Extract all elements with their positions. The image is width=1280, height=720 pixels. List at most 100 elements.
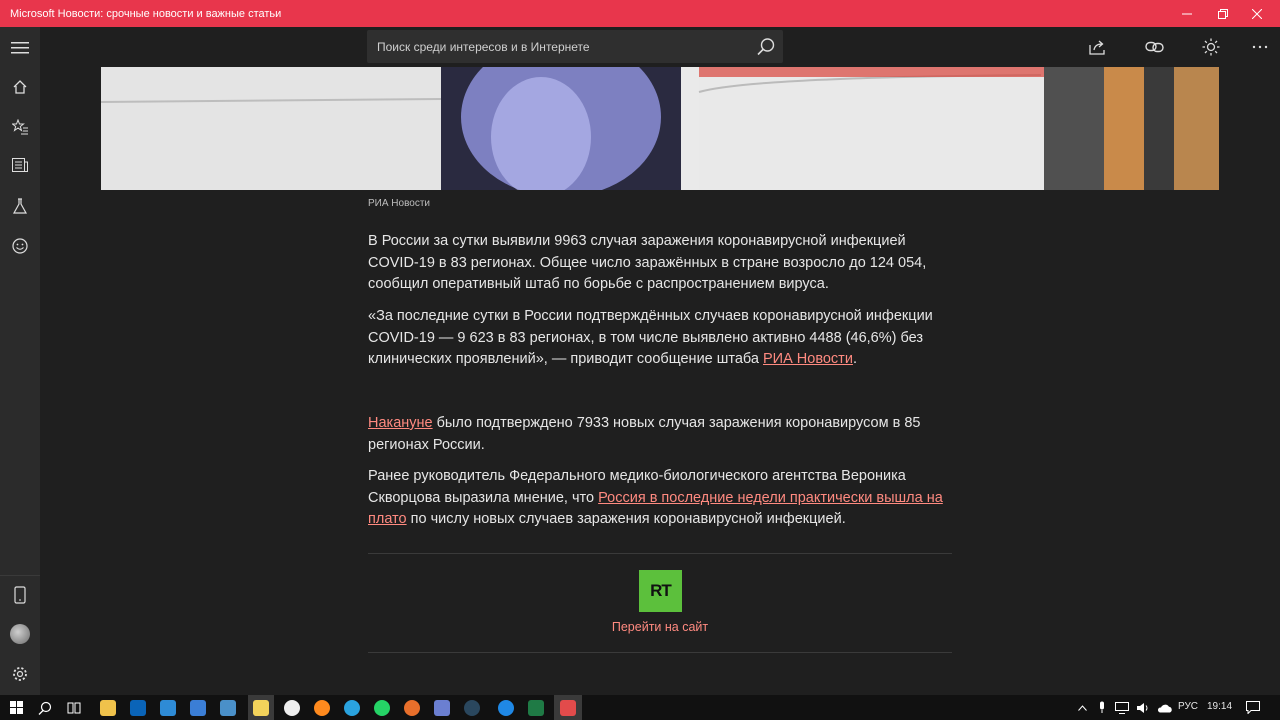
firefox-app[interactable] <box>310 695 334 720</box>
excel-app[interactable] <box>524 695 548 720</box>
chevron-up-icon <box>1077 704 1087 711</box>
app-icon <box>434 699 450 716</box>
article-hero-image <box>101 67 1219 190</box>
ria-link[interactable]: РИА Новости <box>763 351 853 367</box>
whatsapp-app[interactable] <box>370 695 394 720</box>
brightness-icon <box>1202 38 1220 56</box>
article-paragraph-4: Ранее руководитель Федерального медико-б… <box>368 466 952 531</box>
settings-icon <box>13 667 27 681</box>
theme-button[interactable] <box>1200 36 1222 58</box>
interests-icon <box>12 198 28 214</box>
language-indicator[interactable]: РУС <box>1178 701 1198 712</box>
more-icon <box>1252 45 1268 49</box>
left-rail <box>0 27 40 695</box>
search-icon <box>38 701 52 715</box>
tray-chevron[interactable] <box>1074 695 1090 720</box>
microphone-icon <box>1100 701 1104 713</box>
telegram-app[interactable] <box>340 695 364 720</box>
favorites-button[interactable] <box>0 109 40 145</box>
whatsapp-icon <box>374 699 390 716</box>
title-bar: Microsoft Новости: срочные новости и важ… <box>0 0 1280 27</box>
volume-icon <box>1137 702 1148 713</box>
notification-icon <box>1246 701 1260 714</box>
search-icon[interactable] <box>755 36 777 58</box>
excel-icon <box>528 699 544 716</box>
outlook-app[interactable] <box>126 695 150 720</box>
news-button[interactable] <box>0 147 40 183</box>
network-app[interactable] <box>216 695 240 720</box>
more-button[interactable] <box>1249 36 1271 58</box>
explorer-app[interactable] <box>96 695 120 720</box>
cloud-icon <box>1157 704 1172 712</box>
home-button[interactable] <box>0 69 40 105</box>
clock[interactable]: 19:14 <box>1207 701 1232 712</box>
settings-button[interactable] <box>0 656 40 692</box>
tray-onedrive[interactable] <box>1155 695 1175 720</box>
avatar[interactable] <box>0 616 40 652</box>
nakanune-link[interactable]: Накануне <box>368 415 433 431</box>
firefox-icon <box>314 699 330 716</box>
task-view-button[interactable] <box>60 695 88 720</box>
app-icon-red[interactable] <box>554 695 582 720</box>
home-icon <box>13 80 27 94</box>
goto-site-link[interactable]: Перейти на сайт <box>560 620 760 634</box>
app-icon-blue[interactable] <box>430 695 454 720</box>
app-icon-orange[interactable] <box>400 695 424 720</box>
mail-app[interactable] <box>156 695 180 720</box>
paragraph-2-end: . <box>852 351 857 367</box>
edge-app[interactable] <box>494 695 518 720</box>
link-icon <box>1145 41 1164 53</box>
source-logo[interactable]: RT <box>639 570 682 612</box>
window-title: Microsoft Новости: срочные новости и важ… <box>10 8 282 20</box>
article-paragraph-2: «За последние сутки в России подтверждён… <box>368 306 952 371</box>
notifications-button[interactable] <box>1243 695 1263 720</box>
tray-network[interactable] <box>1113 695 1131 720</box>
article-paragraph-3: Накануне было подтверждено 7933 новых сл… <box>368 413 952 456</box>
store-app[interactable] <box>186 695 210 720</box>
yandex-app[interactable] <box>280 695 304 720</box>
menu-icon <box>11 42 29 54</box>
menu-button[interactable] <box>0 30 40 66</box>
tray-mic[interactable] <box>1094 695 1110 720</box>
separator-top <box>368 553 952 554</box>
news-app-icon <box>253 699 269 716</box>
interests-button[interactable] <box>0 188 40 224</box>
steam-icon <box>464 699 480 716</box>
phone-button[interactable] <box>0 577 40 613</box>
store-icon <box>190 699 206 716</box>
paragraph-4-end: по числу новых случаев заражения коронав… <box>406 511 846 527</box>
edge-icon <box>498 699 514 716</box>
close-icon <box>1252 8 1262 19</box>
article-paragraph-1: В России за сутки выявили 9963 случая за… <box>368 233 927 292</box>
app-icon <box>560 699 576 716</box>
source-logo-text: RT <box>650 581 672 600</box>
taskbar-search-button[interactable] <box>32 695 58 720</box>
search-placeholder[interactable]: Поиск среди интересов и в Интернете <box>377 40 590 54</box>
network-icon <box>220 699 236 716</box>
news-icon <box>12 158 28 172</box>
link-button[interactable] <box>1144 36 1166 58</box>
search-box[interactable]: Поиск среди интересов и в Интернете <box>367 30 783 63</box>
share-icon <box>1089 40 1105 55</box>
top-header: Поиск среди интересов и в Интернете <box>40 27 1280 67</box>
emoji-button[interactable] <box>0 228 40 264</box>
steam-app[interactable] <box>460 695 484 720</box>
phone-icon <box>14 586 26 604</box>
folder-icon <box>100 699 116 716</box>
rail-divider <box>0 575 40 576</box>
windows-icon <box>9 701 23 714</box>
news-app-active[interactable] <box>248 695 274 720</box>
network-icon <box>1115 701 1129 714</box>
paragraph-3-text: было подтверждено 7933 новых случая зара… <box>368 415 921 453</box>
taskbar: РУС 19:14 <box>0 695 1280 720</box>
restore-icon <box>1218 8 1228 19</box>
minimize-icon <box>1182 13 1192 14</box>
image-caption: РИА Новости <box>368 198 431 209</box>
separator-bottom <box>368 652 952 653</box>
start-button[interactable] <box>0 695 32 720</box>
emoji-icon <box>12 238 28 254</box>
share-button[interactable] <box>1087 36 1109 58</box>
close-button[interactable] <box>1234 0 1280 27</box>
task-view-icon <box>67 702 81 713</box>
tray-volume[interactable] <box>1134 695 1152 720</box>
